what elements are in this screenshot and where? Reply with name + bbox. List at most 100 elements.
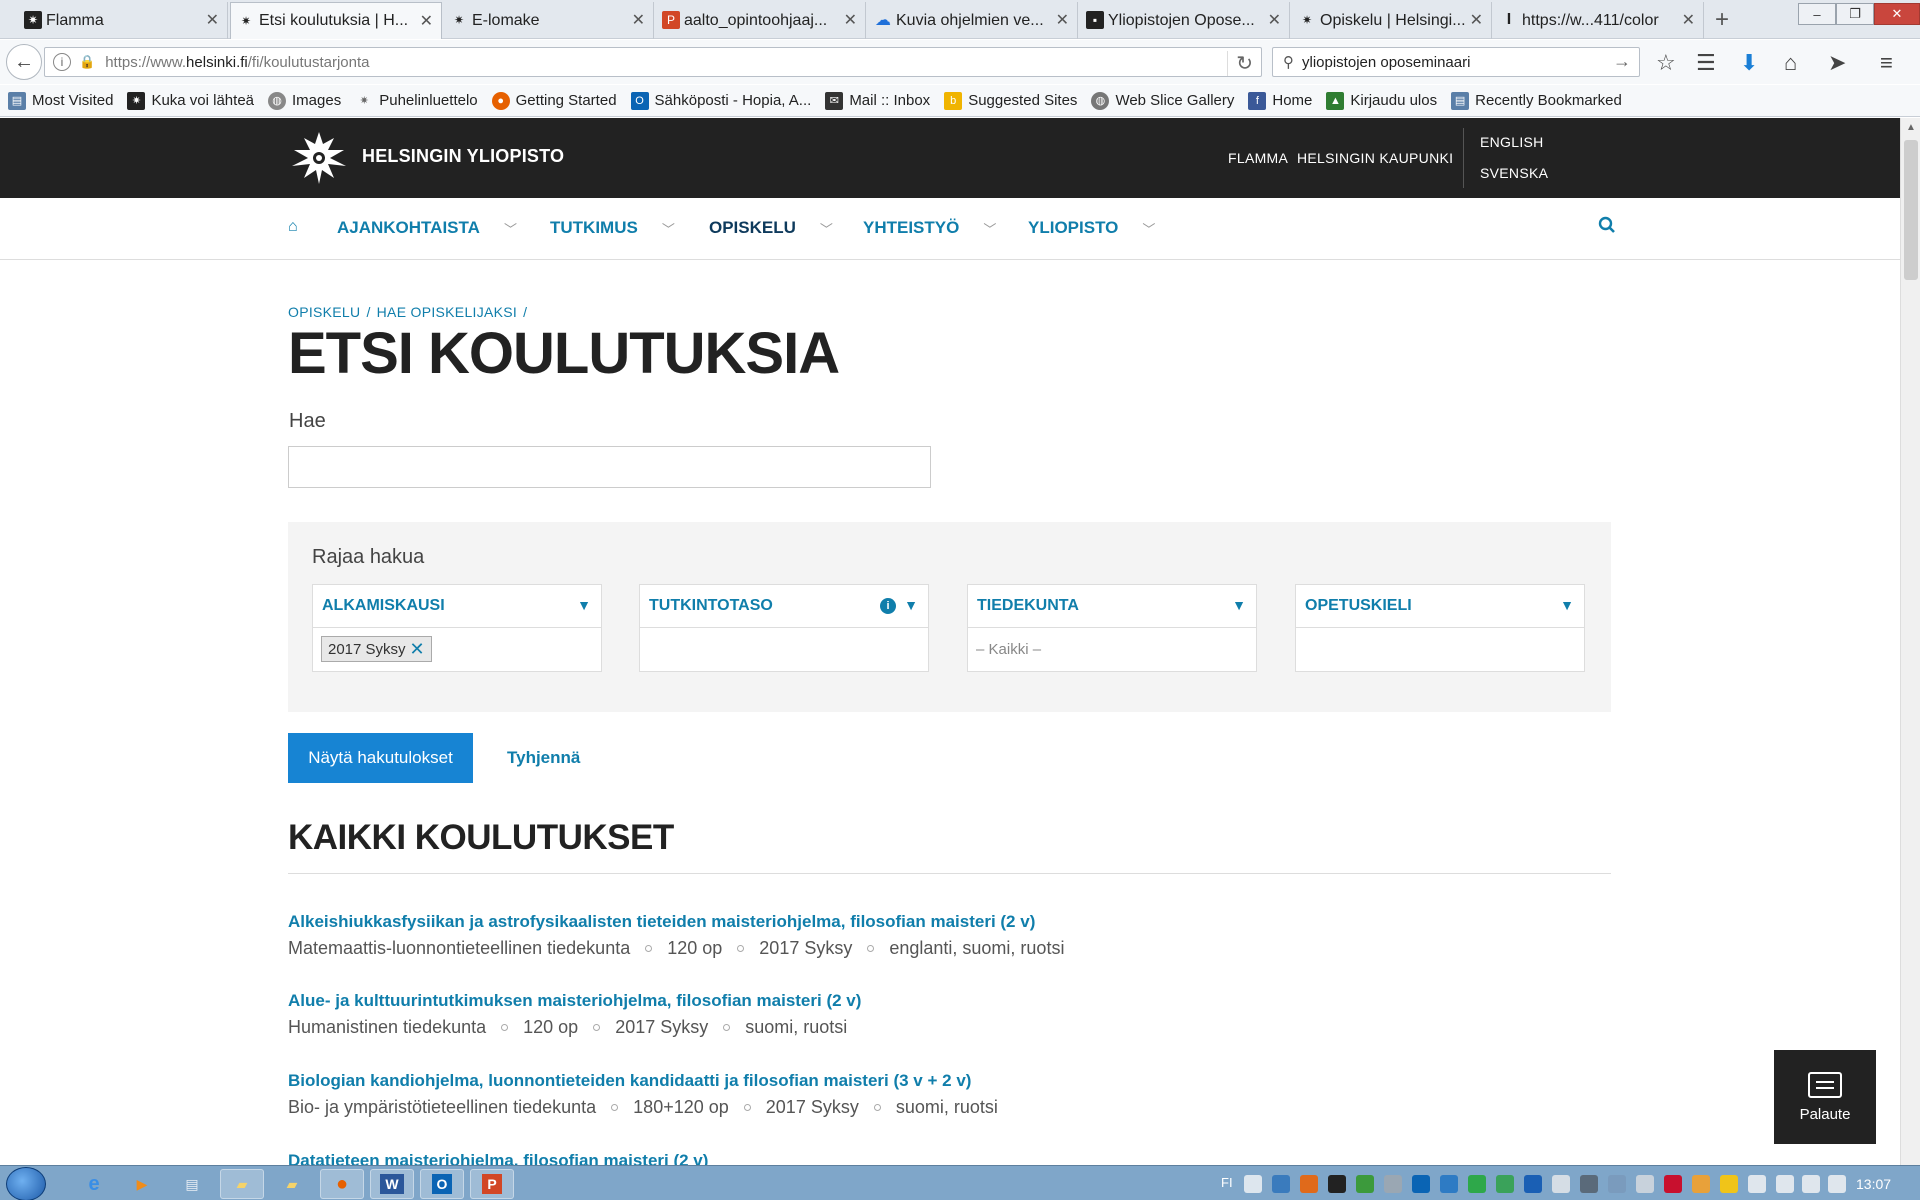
bookmark-item[interactable]: O Sähköposti - Hopia, A...	[630, 91, 811, 110]
dropdown-caret-icon[interactable]: ▼	[1232, 597, 1246, 613]
remove-chip-icon[interactable]: ✕	[410, 639, 425, 660]
clear-button[interactable]: Tyhjennä	[507, 748, 580, 768]
dropdown-caret-icon[interactable]: ▼	[577, 597, 591, 613]
keyboard-tray-icon[interactable]	[1244, 1175, 1262, 1193]
feedback-button[interactable]: Palaute	[1774, 1050, 1876, 1144]
acrobat-tray-icon[interactable]	[1664, 1175, 1682, 1193]
firefox-taskbar-icon[interactable]: ●	[320, 1169, 364, 1199]
browser-tab[interactable]: I https://w...411/color ✕	[1494, 2, 1704, 39]
back-arrow-icon[interactable]: ←	[6, 44, 42, 80]
powerpoint-taskbar-icon[interactable]: P	[470, 1169, 514, 1199]
show-results-button[interactable]: Näytä hakutulokset	[288, 733, 473, 783]
hy-tray-icon[interactable]	[1328, 1175, 1346, 1193]
shield-tray-icon[interactable]	[1636, 1175, 1654, 1193]
page-scrollbar[interactable]: ▲	[1900, 118, 1920, 1165]
chevron-down-icon[interactable]: ﹀	[820, 219, 833, 238]
chevron-down-icon[interactable]: ﹀	[1142, 219, 1155, 238]
minimize-window-button[interactable]: ‒	[1798, 3, 1836, 25]
reload-icon[interactable]: ↻	[1227, 51, 1253, 76]
bookmarks-library-icon[interactable]: ☰	[1696, 50, 1716, 76]
folder-taskbar-icon[interactable]: ▰	[270, 1169, 314, 1199]
filter-selection[interactable]: 2017 Syksy ✕	[313, 628, 601, 672]
university-flame-logo-icon[interactable]	[288, 130, 350, 186]
filter-selection[interactable]	[640, 628, 928, 672]
download-arrow-icon[interactable]: ⬇	[1740, 50, 1758, 76]
b-app-tray-icon[interactable]	[1300, 1175, 1318, 1193]
info-icon[interactable]: i	[53, 53, 71, 71]
filter-header[interactable]: TUTKINTOTASO i ▼	[640, 585, 928, 628]
ie-taskbar-icon[interactable]: e	[72, 1169, 116, 1199]
input-language[interactable]: FI	[1221, 1175, 1233, 1190]
search-go-arrow-icon[interactable]: →	[1613, 51, 1631, 72]
filter-header[interactable]: TIEDEKUNTA ▼	[968, 585, 1256, 628]
filter-header[interactable]: OPETUSKIELI ▼	[1296, 585, 1584, 628]
bookmark-item[interactable]: ✷ Puhelinluettelo	[355, 92, 478, 110]
close-tab-icon[interactable]: ✕	[1268, 10, 1281, 30]
bookmark-star-icon[interactable]: ☆	[1656, 50, 1676, 76]
bookmark-item[interactable]: ● Getting Started	[491, 91, 617, 110]
breadcrumb-hae-opiskelijaksi[interactable]: HAE OPISKELIJAKSI	[377, 304, 518, 320]
lock-icon[interactable]: 🔒	[79, 54, 95, 70]
word-taskbar-icon[interactable]: W	[370, 1169, 414, 1199]
signal-tray-icon[interactable]	[1802, 1175, 1820, 1193]
nav-yhteistyo[interactable]: YHTEISTYÖ ﹀	[863, 218, 996, 238]
chevron-down-icon[interactable]: ﹀	[983, 219, 996, 238]
browser-tab[interactable]: ▪ Yliopistojen Opose... ✕	[1080, 2, 1290, 39]
language-svenska[interactable]: SVENSKA	[1480, 165, 1548, 181]
bookmark-item[interactable]: ✉ Mail :: Inbox	[825, 91, 930, 110]
bookmark-item[interactable]: ✷ Kuka voi lähteä	[127, 91, 254, 110]
close-tab-icon[interactable]: ✕	[844, 10, 857, 30]
selected-chip[interactable]: 2017 Syksy ✕	[321, 636, 432, 662]
cloud-tray-icon[interactable]	[1692, 1175, 1710, 1193]
sync-tray-icon[interactable]	[1468, 1175, 1486, 1193]
bookmark-item[interactable]: ▤ Most Visited	[8, 91, 113, 110]
result-title-link[interactable]: Biologian kandiohjelma, luonnontieteiden…	[288, 1071, 1608, 1091]
tools-tray-icon[interactable]	[1552, 1175, 1570, 1193]
security-tray-icon[interactable]	[1580, 1175, 1598, 1193]
media-player-taskbar-icon[interactable]: ▶	[120, 1169, 164, 1199]
result-title-link[interactable]: Alkeishiukkasfysiikan ja astrofysikaalis…	[288, 912, 1608, 932]
close-tab-icon[interactable]: ✕	[1056, 10, 1069, 30]
bookmark-item[interactable]: ◍ Web Slice Gallery	[1091, 91, 1234, 110]
network-manager-tray-icon[interactable]	[1272, 1175, 1290, 1193]
recycle-tray-icon[interactable]	[1496, 1175, 1514, 1193]
browser-tab[interactable]: P aalto_opintoohjaaj... ✕	[656, 2, 866, 39]
filter-alkamiskausi[interactable]: ALKAMISKAUSI ▼ 2017 Syksy ✕	[312, 584, 602, 672]
system-clock[interactable]: 13:07	[1856, 1176, 1891, 1192]
bookmark-item[interactable]: b Suggested Sites	[944, 91, 1077, 110]
close-tab-icon[interactable]: ✕	[1682, 10, 1695, 30]
browser-tab[interactable]: ✷ Flamma ✕	[18, 2, 228, 39]
language-english[interactable]: ENGLISH	[1480, 134, 1544, 150]
browser-tab-active[interactable]: ✷ Etsi koulutuksia | H... ✕	[230, 2, 442, 39]
bookmark-item[interactable]: ◍ Images	[268, 91, 341, 110]
monitor-tray-icon[interactable]	[1440, 1175, 1458, 1193]
bookmark-item[interactable]: ▲ Kirjaudu ulos	[1326, 91, 1437, 110]
filter-opetuskieli[interactable]: OPETUSKIELI ▼	[1295, 584, 1585, 672]
outlook-tray-icon[interactable]	[1412, 1175, 1430, 1193]
battery-tray-icon[interactable]	[1776, 1175, 1794, 1193]
folder-taskbar-icon[interactable]: ▰	[220, 1169, 264, 1199]
chevron-down-icon[interactable]: ﹀	[662, 219, 675, 238]
nav-yliopisto[interactable]: YLIOPISTO ﹀	[1028, 218, 1155, 238]
filter-header[interactable]: ALKAMISKAUSI ▼	[313, 585, 601, 628]
browser-tab[interactable]: ☁ Kuvia ohjelmien ve... ✕	[868, 2, 1078, 39]
search-input[interactable]	[288, 446, 931, 488]
nav-tutkimus[interactable]: TUTKIMUS ﹀	[550, 218, 675, 238]
browser-tab[interactable]: ✷ Opiskelu | Helsingi... ✕	[1292, 2, 1492, 39]
bluetooth-tray-icon[interactable]	[1524, 1175, 1542, 1193]
hamburger-menu-icon[interactable]: ≡	[1880, 50, 1893, 76]
info-icon[interactable]: i	[880, 598, 896, 614]
site-name[interactable]: HELSINGIN YLIOPISTO	[362, 146, 564, 167]
breadcrumb-opiskelu[interactable]: OPISKELU	[288, 304, 360, 320]
green-app-tray-icon[interactable]	[1356, 1175, 1374, 1193]
send-tab-icon[interactable]: ➤	[1828, 50, 1846, 76]
browser-tab[interactable]: ✷ E-lomake ✕	[444, 2, 654, 39]
header-link-helsingin-kaupunki[interactable]: HELSINGIN KAUPUNKI	[1297, 150, 1453, 166]
close-tab-icon[interactable]: ✕	[632, 10, 645, 30]
home-icon[interactable]: ⌂	[288, 218, 298, 236]
filter-selection[interactable]	[1296, 628, 1584, 672]
nav-ajankohtaista[interactable]: AJANKOHTAISTA ﹀	[337, 218, 517, 238]
nav-opiskelu[interactable]: OPISKELU ﹀	[709, 218, 833, 238]
bookmark-item[interactable]: ▤ Recently Bookmarked	[1451, 91, 1622, 110]
close-window-button[interactable]: ✕	[1874, 3, 1920, 25]
